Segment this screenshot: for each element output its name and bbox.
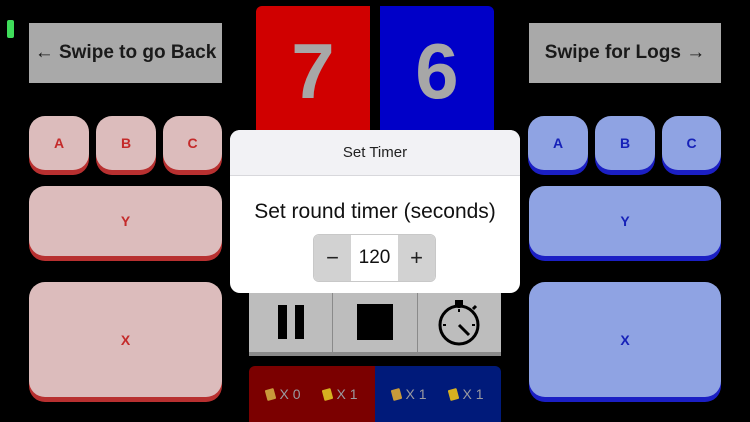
penalty-bar: X 0 X 1 X 1 X 1 xyxy=(249,366,501,422)
timer-value-field[interactable]: 120 xyxy=(351,235,398,281)
blue-penalties: X 1 X 1 xyxy=(375,366,501,422)
status-indicator xyxy=(7,20,14,38)
decrement-button[interactable]: − xyxy=(314,235,351,281)
back-swipe-button[interactable]: ← Swipe to go Back xyxy=(29,23,222,83)
red-x-button[interactable]: X xyxy=(29,282,222,397)
blue-b-button[interactable]: B xyxy=(595,116,655,170)
blue-c-button[interactable]: C xyxy=(662,116,721,170)
blue-yellow-card-count[interactable]: X 1 xyxy=(448,386,484,402)
stopwatch-icon xyxy=(438,299,480,345)
increment-button[interactable]: + xyxy=(398,235,435,281)
stop-icon xyxy=(356,303,393,340)
stopwatch-button[interactable] xyxy=(418,291,501,352)
stop-button[interactable] xyxy=(333,291,418,352)
red-red-card-count[interactable]: X 0 xyxy=(265,386,301,402)
blue-score[interactable]: 6 xyxy=(380,6,494,136)
control-bar xyxy=(249,291,501,356)
card-icon xyxy=(265,387,277,401)
count-label: X 1 xyxy=(462,386,484,402)
card-icon xyxy=(322,387,334,401)
red-c-button[interactable]: C xyxy=(163,116,222,170)
card-icon xyxy=(448,387,460,401)
red-b-button[interactable]: B xyxy=(96,116,156,170)
blue-a-button[interactable]: A xyxy=(528,116,588,170)
blue-y-button[interactable]: Y xyxy=(529,186,721,256)
red-penalties: X 0 X 1 xyxy=(249,366,375,422)
red-y-button[interactable]: Y xyxy=(29,186,222,256)
blue-x-button[interactable]: X xyxy=(529,282,721,397)
card-icon xyxy=(391,387,403,401)
count-label: X 1 xyxy=(336,386,358,402)
red-yellow-card-count[interactable]: X 1 xyxy=(322,386,358,402)
logs-swipe-button[interactable]: Swipe for Logs → xyxy=(529,23,721,83)
dialog-title: Set Timer xyxy=(230,130,520,176)
timer-stepper: − 120 + xyxy=(313,234,436,282)
count-label: X 1 xyxy=(405,386,427,402)
pause-button[interactable] xyxy=(249,291,334,352)
red-a-button[interactable]: A xyxy=(29,116,89,170)
red-score[interactable]: 7 xyxy=(256,6,370,136)
set-timer-dialog: Set Timer Set round timer (seconds) − 12… xyxy=(230,130,520,293)
pause-icon xyxy=(277,304,304,339)
count-label: X 0 xyxy=(279,386,301,402)
blue-red-card-count[interactable]: X 1 xyxy=(391,386,427,402)
dialog-message: Set round timer (seconds) xyxy=(254,200,496,223)
